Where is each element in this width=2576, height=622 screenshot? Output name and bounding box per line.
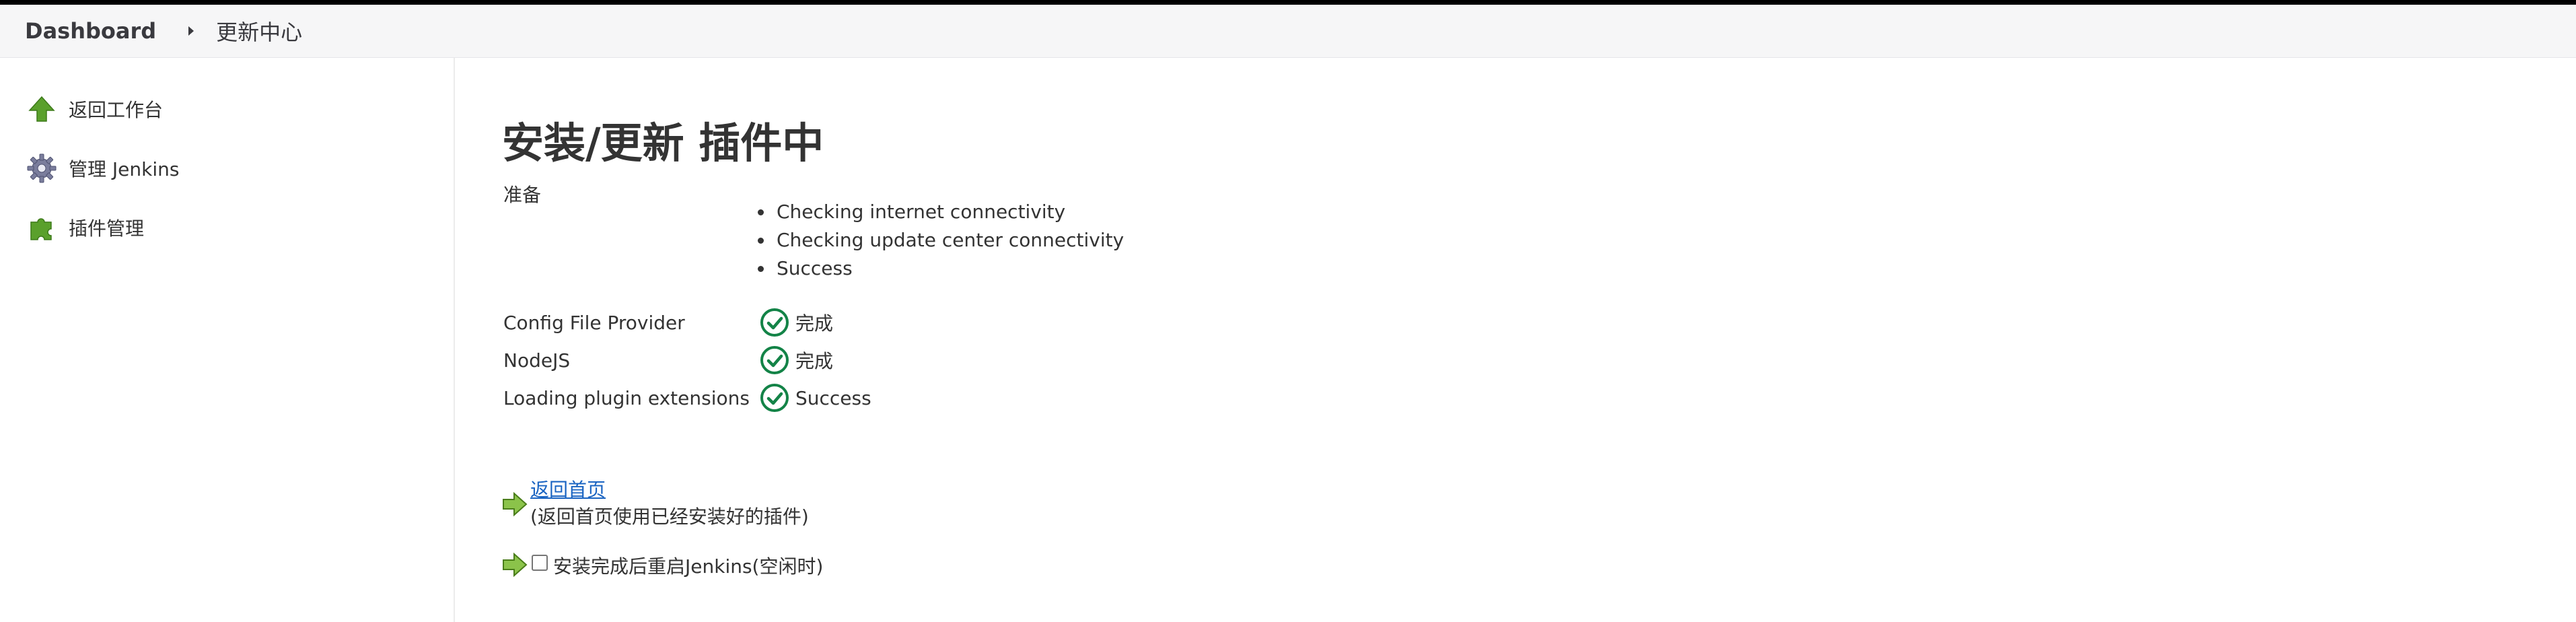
plugin-name: Config File Provider — [503, 311, 685, 334]
restart-action: 安装完成后重启Jenkins(空闲时) — [502, 552, 823, 579]
check-circle-icon — [760, 384, 789, 412]
plugin-status: 完成 — [795, 312, 834, 335]
top-strip — [0, 0, 2576, 5]
preparation-steps: Checking internet connectivity Checking … — [758, 198, 1124, 283]
list-item: Checking internet connectivity — [758, 198, 1124, 226]
sidebar-item-label: 返回工作台 — [69, 99, 164, 121]
page-title: 安装/更新 插件中 — [502, 118, 824, 168]
plugin-row: Config File Provider 完成 — [503, 307, 833, 338]
gear-icon — [26, 152, 58, 184]
sidebar-item-label: 插件管理 — [69, 217, 145, 240]
sidebar: 返回工作台 管理 Jenkins 插件管理 — [0, 58, 455, 622]
plugin-status: Success — [795, 386, 871, 409]
breadcrumb-update-center[interactable]: 更新中心 — [216, 15, 302, 46]
plugin-name: NodeJS — [503, 349, 571, 372]
check-circle-icon — [760, 346, 789, 374]
sidebar-item-back-to-dashboard[interactable]: 返回工作台 — [26, 93, 163, 125]
breadcrumb: Dashboard 更新中心 — [0, 5, 2576, 58]
breadcrumb-dashboard[interactable]: Dashboard — [25, 18, 156, 44]
up-arrow-icon — [26, 93, 58, 125]
sidebar-item-manage-jenkins[interactable]: 管理 Jenkins — [26, 152, 179, 184]
sidebar-item-label: 管理 Jenkins — [69, 158, 180, 180]
breadcrumb-chevron-icon — [188, 26, 194, 36]
right-arrow-icon — [503, 491, 528, 517]
list-item: Success — [758, 254, 1124, 283]
plugin-status: 完成 — [795, 350, 834, 372]
go-home-description: (返回首页使用已经安装好的插件) — [530, 506, 809, 528]
sidebar-item-plugin-manager[interactable]: 插件管理 — [26, 211, 144, 244]
plugin-name: Loading plugin extensions — [503, 386, 750, 409]
right-arrow-icon — [503, 552, 528, 578]
puzzle-icon — [26, 211, 58, 244]
restart-checkbox[interactable] — [532, 555, 548, 571]
restart-checkbox-label[interactable]: 安装完成后重启Jenkins(空闲时) — [553, 552, 823, 579]
go-home-action: 返回首页 (返回首页使用已经安装好的插件) — [502, 475, 809, 529]
plugin-row: NodeJS 完成 — [503, 345, 833, 376]
plugin-row: Loading plugin extensions Success — [503, 382, 871, 413]
go-home-link[interactable]: 返回首页 — [530, 475, 809, 502]
preparation-label: 准备 — [503, 184, 542, 206]
list-item: Checking update center connectivity — [758, 226, 1124, 254]
check-circle-icon — [760, 308, 789, 337]
